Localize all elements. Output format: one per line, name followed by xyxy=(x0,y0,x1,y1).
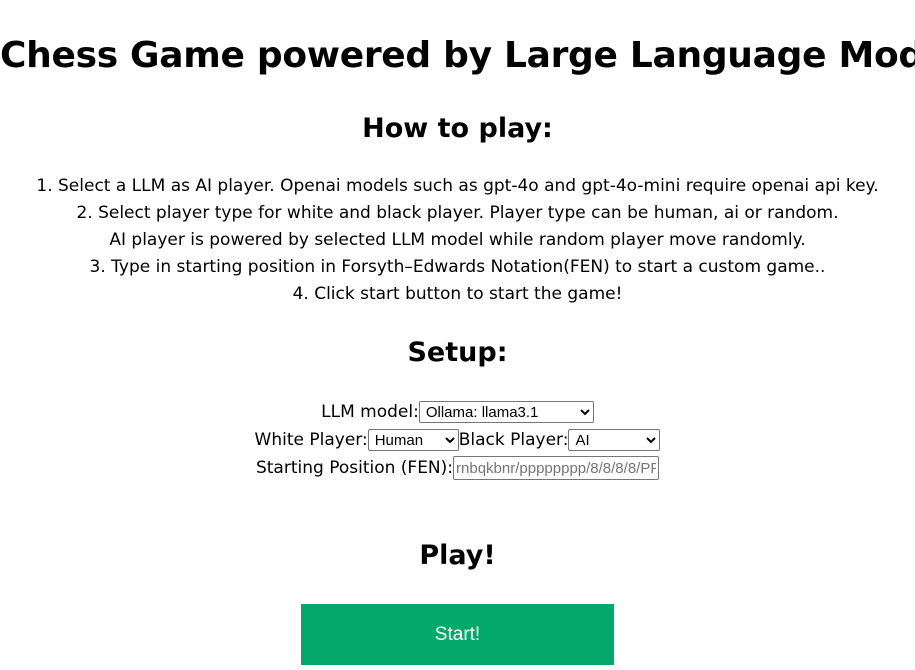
page-title: Chess Game powered by Large Language Mod… xyxy=(0,35,915,76)
fen-row: Starting Position (FEN): xyxy=(0,454,915,482)
instructions-list: 1. Select a LLM as AI player. Openai mod… xyxy=(0,173,915,308)
instruction-step: 4. Click start button to start the game! xyxy=(292,284,623,304)
fen-label: Starting Position (FEN): xyxy=(255,458,454,478)
setup-form: LLM model: Ollama: llama3.1 White Player:… xyxy=(0,398,915,482)
white-player-label: White Player: xyxy=(254,430,368,450)
instruction-step: 2. Select player type for white and blac… xyxy=(76,203,839,223)
how-to-play-heading: How to play: xyxy=(362,113,553,144)
players-row: White Player: Human Black Player: AI xyxy=(0,426,915,454)
fen-input[interactable] xyxy=(453,456,660,480)
page: Chess Game powered by Large Language Mod… xyxy=(0,0,915,670)
instruction-step: 3. Type in starting position in Forsyth–… xyxy=(89,257,826,277)
black-player-label: Black Player: xyxy=(458,430,569,450)
llm-model-select[interactable]: Ollama: llama3.1 xyxy=(418,401,594,423)
instruction-step: 1. Select a LLM as AI player. Openai mod… xyxy=(36,176,879,196)
llm-row: LLM model: Ollama: llama3.1 xyxy=(0,398,915,426)
play-heading: Play! xyxy=(419,540,496,571)
black-player-select[interactable]: AI xyxy=(568,429,661,451)
instruction-step: AI player is powered by selected LLM mod… xyxy=(109,230,806,250)
llm-model-label: LLM model: xyxy=(321,402,419,422)
setup-heading: Setup: xyxy=(407,337,508,368)
start-button[interactable]: Start! xyxy=(301,604,614,665)
white-player-select[interactable]: Human xyxy=(367,429,459,451)
